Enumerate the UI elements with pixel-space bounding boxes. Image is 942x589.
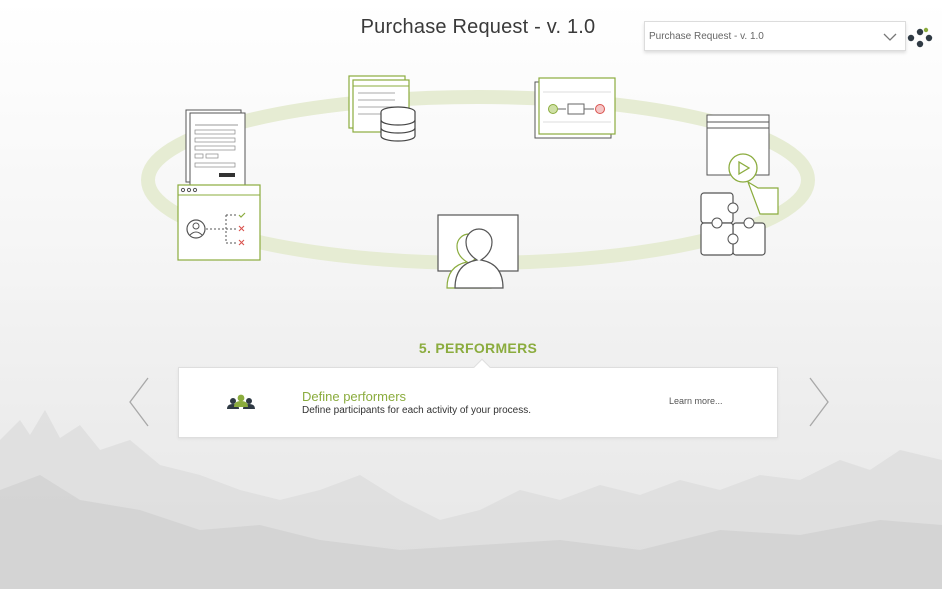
performers-icon: [227, 394, 255, 409]
card-pointer: [473, 358, 491, 376]
rules-decision-icon[interactable]: [177, 184, 261, 261]
card-heading: Define performers: [302, 389, 407, 404]
learn-more-link[interactable]: Learn more...: [669, 396, 723, 406]
process-wheel: [141, 75, 815, 289]
step-info-card: Define performers Define participants fo…: [178, 358, 778, 438]
chevron-right-icon[interactable]: [806, 376, 830, 428]
data-database-icon[interactable]: [348, 75, 416, 142]
workflow-diagram-icon[interactable]: [534, 77, 616, 139]
card-description: Define participants for each activity of…: [302, 405, 531, 416]
run-integration-icon[interactable]: [700, 114, 779, 256]
step-title: 5. PERFORMERS: [418, 340, 538, 356]
chevron-left-icon[interactable]: [128, 376, 152, 428]
form-document-icon[interactable]: [185, 109, 246, 186]
performers-monitor-icon[interactable]: [437, 214, 519, 289]
